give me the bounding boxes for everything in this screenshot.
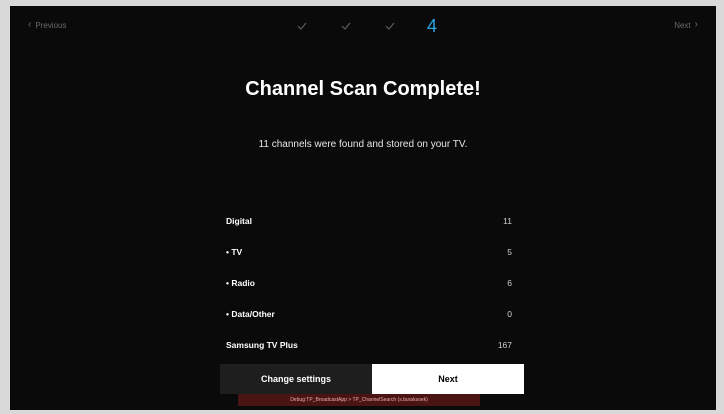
next-nav-label: Next	[674, 20, 691, 30]
result-count: 167	[497, 340, 512, 350]
result-label: Digital	[226, 216, 252, 226]
result-label: Samsung TV Plus	[226, 340, 298, 350]
result-label: • TV	[226, 247, 243, 257]
result-row-digital: Digital 11	[226, 212, 512, 243]
previous-nav[interactable]: ‹ Previous	[28, 20, 66, 30]
result-label: • Data/Other	[226, 309, 275, 319]
change-settings-button[interactable]: Change settings	[220, 364, 372, 394]
result-row-tv: • TV 5	[226, 243, 512, 274]
result-count: 5	[507, 247, 512, 257]
current-step-number: 4	[427, 16, 438, 36]
result-row-radio: • Radio 6	[226, 274, 512, 305]
result-label: • Radio	[226, 278, 255, 288]
previous-label: Previous	[35, 20, 67, 30]
step-indicator: 4	[295, 16, 455, 36]
result-row-samsung-tv-plus: Samsung TV Plus 167	[226, 336, 512, 367]
result-count: 11	[503, 216, 512, 226]
page-title: Channel Scan Complete!	[245, 78, 481, 100]
next-nav[interactable]: Next ›	[674, 20, 698, 30]
tv-screen: ‹ Previous 4 Next › Channel Scan Complet…	[10, 6, 716, 410]
result-row-data-other: • Data/Other 0	[226, 305, 512, 336]
chevron-right-icon: ›	[694, 19, 698, 30]
result-count: 6	[507, 278, 512, 288]
channel-results-list: Digital 11 • TV 5 • Radio 6 • Data/Other…	[226, 212, 512, 367]
step-1-check-icon	[295, 19, 309, 33]
scan-summary-text: 11 channels were found and stored on you…	[258, 139, 468, 150]
debug-overlay: Debug:TP_BroadcastApp > TP_ChannelSearch…	[238, 394, 480, 406]
action-buttons: Change settings Next	[220, 364, 524, 394]
result-count: 0	[507, 309, 512, 319]
step-2-check-icon	[339, 19, 353, 33]
step-3-check-icon	[383, 19, 397, 33]
next-button[interactable]: Next	[372, 364, 524, 394]
chevron-left-icon: ‹	[28, 19, 32, 30]
